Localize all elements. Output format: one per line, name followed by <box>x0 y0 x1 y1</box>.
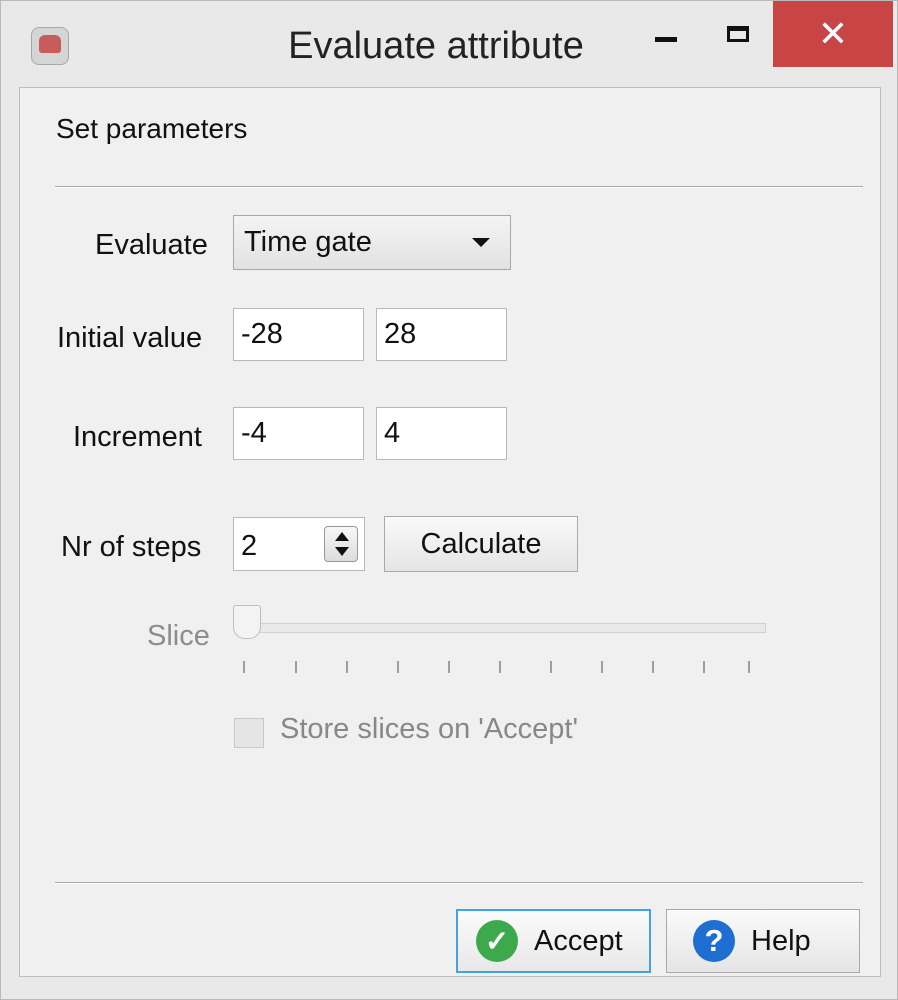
accept-button[interactable]: ✓ Accept <box>456 909 651 973</box>
chevron-down-icon <box>472 238 490 247</box>
slice-slider-thumb[interactable] <box>233 605 261 639</box>
spinner-down-icon[interactable] <box>335 547 349 556</box>
initial-value-end-input[interactable] <box>376 308 507 361</box>
calculate-button[interactable]: Calculate <box>384 516 578 572</box>
slice-tick <box>550 661 552 673</box>
footer-divider <box>55 882 863 883</box>
app-icon <box>31 27 69 65</box>
increment-end-input[interactable] <box>376 407 507 460</box>
evaluate-value: Time gate <box>244 226 372 258</box>
initial-value-start-input[interactable] <box>233 308 364 361</box>
slice-tick <box>448 661 450 673</box>
slice-tick <box>243 661 245 673</box>
slice-label: Slice <box>147 620 210 652</box>
evaluate-label: Evaluate <box>95 229 208 261</box>
slice-tick <box>652 661 654 673</box>
slice-tick <box>397 661 399 673</box>
maximize-icon <box>727 26 749 42</box>
close-button[interactable]: ✕ <box>773 1 893 67</box>
slice-tick <box>703 661 705 673</box>
increment-label: Increment <box>73 421 202 453</box>
slice-tick <box>601 661 603 673</box>
initial-value-label: Initial value <box>57 322 203 354</box>
title-bar[interactable]: Evaluate attribute ✕ <box>1 1 897 87</box>
nr-of-steps-spinner[interactable]: 2 <box>233 517 365 571</box>
slice-tick <box>499 661 501 673</box>
section-title: Set parameters <box>56 113 248 144</box>
section-divider <box>55 186 863 187</box>
minimize-icon <box>655 36 677 42</box>
slice-tick <box>295 661 297 673</box>
window-title: Evaluate attribute <box>288 25 584 67</box>
help-icon: ? <box>693 920 735 962</box>
evaluate-attribute-window: Evaluate attribute ✕ Set parameters Eval… <box>0 0 898 1000</box>
spinner-up-icon[interactable] <box>335 532 349 541</box>
help-button[interactable]: ? Help <box>666 909 860 973</box>
close-icon: ✕ <box>817 13 849 54</box>
slice-tick <box>748 661 750 673</box>
accept-button-label: Accept <box>534 924 623 957</box>
nr-of-steps-value: 2 <box>241 530 258 562</box>
minimize-button[interactable] <box>631 1 701 67</box>
evaluate-dropdown[interactable]: Time gate <box>233 215 511 270</box>
maximize-button[interactable] <box>707 1 769 67</box>
slice-slider-track[interactable] <box>254 623 766 633</box>
check-icon: ✓ <box>476 920 518 962</box>
dialog-content: Set parameters Evaluate Time gate Initia… <box>19 87 881 977</box>
nr-of-steps-label: Nr of steps <box>61 531 202 563</box>
slice-tick <box>346 661 348 673</box>
store-slices-checkbox[interactable] <box>234 718 264 748</box>
spinner-icon[interactable] <box>324 526 358 562</box>
help-button-label: Help <box>751 924 811 957</box>
store-slices-label: Store slices on 'Accept' <box>280 713 578 745</box>
increment-start-input[interactable] <box>233 407 364 460</box>
